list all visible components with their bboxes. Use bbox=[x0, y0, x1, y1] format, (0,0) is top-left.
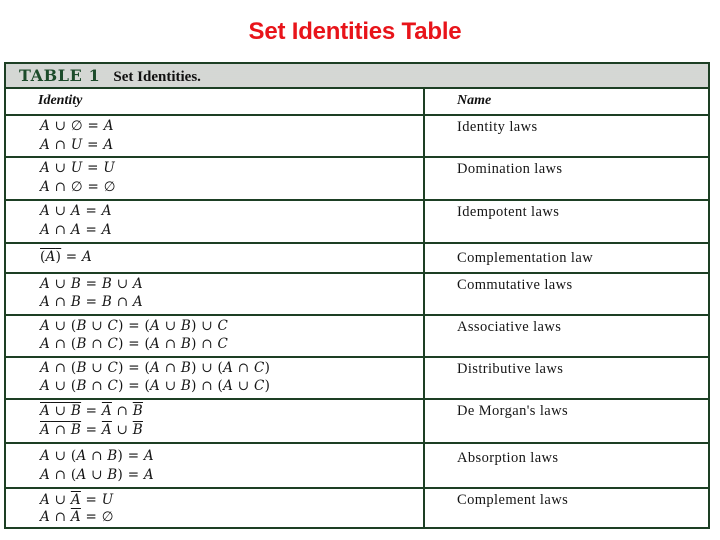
identity-formula: A ∩ (B ∩ C) = (A ∩ B) ∩ C bbox=[40, 336, 229, 352]
identity-formula: A ∪ (A ∩ B) = A bbox=[40, 448, 154, 464]
slide-title: Set Identities Table bbox=[248, 18, 462, 45]
law-name: De Morgan's laws bbox=[457, 403, 569, 419]
table-row: A ∪ (B ∪ C) = (A ∪ B) ∪ C A ∩ (B ∩ C) = … bbox=[6, 316, 708, 358]
identity-formula: A ∩ A = A bbox=[40, 222, 112, 238]
law-name: Distributive laws bbox=[457, 361, 564, 377]
set-identities-table: TABLE 1 Set Identities. Identity Name A … bbox=[4, 62, 710, 529]
law-name: Associative laws bbox=[457, 319, 562, 335]
identity-formula: A ∪ ∅ = A bbox=[40, 118, 114, 134]
law-name: Domination laws bbox=[457, 161, 563, 177]
table-row: A ∩ (B ∪ C) = (A ∩ B) ∪ (A ∩ C) A ∪ (B ∩… bbox=[6, 358, 708, 400]
law-name: Absorption laws bbox=[457, 450, 559, 466]
identity-formula: A ∪ A = A bbox=[40, 203, 112, 219]
law-name: Idempotent laws bbox=[457, 204, 560, 220]
table-row: A ∪ A = U A ∩ A = ∅ Complement laws bbox=[6, 489, 708, 529]
table-row: A ∪ (A ∩ B) = A A ∩ (A ∪ B) = A Absorpti… bbox=[6, 444, 708, 489]
column-header-name: Name bbox=[457, 93, 492, 108]
law-name: Commutative laws bbox=[457, 277, 573, 293]
identity-formula: A ∩ ∅ = ∅ bbox=[40, 179, 116, 195]
law-name: Complementation law bbox=[457, 250, 594, 266]
table-header-row: Identity Name bbox=[6, 89, 708, 116]
identity-formula: A ∪ U = U bbox=[40, 160, 116, 176]
identity-formula: A ∪ (B ∪ C) = (A ∪ B) ∪ C bbox=[40, 318, 229, 334]
law-name: Complement laws bbox=[457, 492, 569, 508]
identity-formula: A ∩ B = A ∪ B bbox=[40, 422, 143, 438]
column-header-identity: Identity bbox=[38, 93, 83, 108]
table-caption: TABLE 1 Set Identities. bbox=[6, 64, 708, 89]
table-row: A ∪ U = U A ∩ ∅ = ∅ Domination laws bbox=[6, 158, 708, 201]
table-row: (A) = A Complementation law bbox=[6, 244, 708, 274]
identity-formula: A ∪ B = A ∩ B bbox=[40, 403, 143, 419]
identity-formula: A ∪ (B ∩ C) = (A ∪ B) ∩ (A ∪ C) bbox=[40, 378, 271, 394]
law-name: Identity laws bbox=[457, 119, 538, 135]
table-caption-number: TABLE 1 bbox=[19, 66, 101, 85]
table-caption-text: Set Identities. bbox=[113, 69, 201, 85]
table-row: A ∪ B = B ∪ A A ∩ B = B ∩ A Commutative … bbox=[6, 274, 708, 316]
identity-formula: A ∩ A = ∅ bbox=[40, 509, 114, 525]
identity-formula: (A) = A bbox=[40, 249, 93, 265]
table-row: A ∪ B = A ∩ B A ∩ B = A ∪ B De Morgan's … bbox=[6, 400, 708, 444]
identity-formula: A ∩ U = A bbox=[40, 137, 114, 153]
identity-formula: A ∩ B = B ∩ A bbox=[40, 294, 143, 310]
table-row: A ∪ A = A A ∩ A = A Idempotent laws bbox=[6, 201, 708, 244]
identity-formula: A ∪ A = U bbox=[40, 492, 114, 508]
identity-formula: A ∩ (B ∪ C) = (A ∩ B) ∪ (A ∩ C) bbox=[40, 360, 271, 376]
identity-formula: A ∪ B = B ∪ A bbox=[40, 276, 143, 292]
identity-formula: A ∩ (A ∪ B) = A bbox=[40, 467, 154, 483]
table-row: A ∪ ∅ = A A ∩ U = A Identity laws bbox=[6, 116, 708, 158]
